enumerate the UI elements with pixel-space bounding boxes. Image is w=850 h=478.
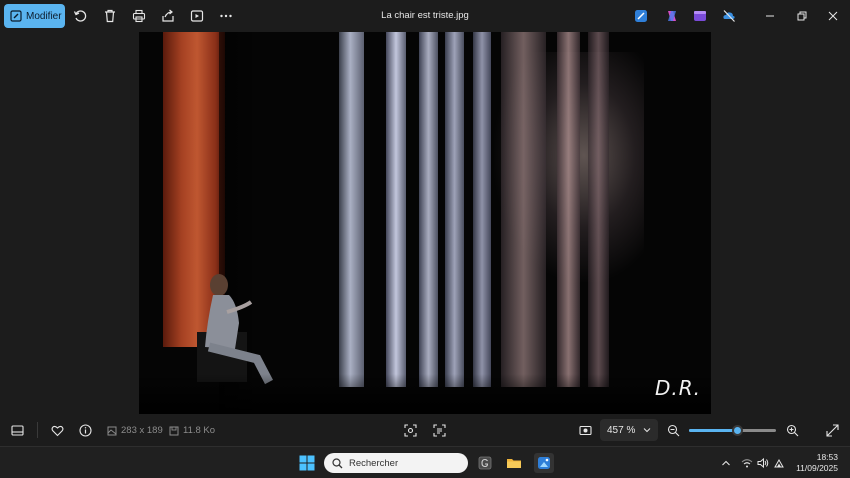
- delete-icon[interactable]: [102, 8, 118, 24]
- info-icon[interactable]: [77, 422, 93, 438]
- save-disk-icon: [169, 426, 179, 435]
- seated-woman: [197, 274, 273, 385]
- taskbar-search[interactable]: Rechercher: [324, 453, 468, 473]
- restore-icon[interactable]: [794, 8, 810, 24]
- onedrive-off-icon[interactable]: [721, 8, 737, 24]
- divider: [37, 422, 38, 438]
- favorite-icon[interactable]: [49, 422, 65, 438]
- fullscreen-icon[interactable]: [824, 422, 840, 438]
- light-bar: [419, 32, 438, 387]
- photos-app-icon[interactable]: [534, 453, 554, 473]
- clock-time: 18:53: [816, 452, 838, 462]
- photo-viewer-image[interactable]: D.R.: [139, 32, 711, 414]
- chevron-down-icon: [643, 428, 651, 433]
- battery-icon[interactable]: [769, 453, 789, 473]
- minimize-icon[interactable]: [762, 8, 778, 24]
- slideshow-icon[interactable]: [189, 8, 205, 24]
- zoom-in-icon[interactable]: [784, 422, 800, 438]
- actual-size-icon[interactable]: [577, 422, 593, 438]
- system-clock[interactable]: 18:53 11/09/2025: [796, 452, 838, 474]
- dimensions-icon: [107, 426, 117, 435]
- windows-start-icon[interactable]: [297, 453, 317, 473]
- modify-label: Modifier: [26, 10, 62, 22]
- photos-edit-icon[interactable]: [633, 8, 649, 24]
- copilot-icon[interactable]: [664, 8, 680, 24]
- dimensions-value: 283 x 189: [121, 425, 163, 436]
- watermark: D.R.: [654, 376, 701, 400]
- close-icon[interactable]: [825, 8, 841, 24]
- clipchamp-icon[interactable]: [692, 8, 708, 24]
- crop-focus-icon[interactable]: [402, 422, 418, 438]
- zoom-level-dropdown[interactable]: 457 %: [600, 419, 658, 441]
- zoom-slider-fill: [689, 429, 738, 432]
- file-size: 11.8 Ko: [169, 425, 215, 436]
- text-scan-icon[interactable]: [431, 422, 447, 438]
- taskbar: Rechercher 18:53 11/09/2025: [0, 446, 850, 478]
- light-bar: [501, 32, 546, 387]
- zoom-slider-thumb[interactable]: [732, 425, 744, 436]
- light-bar: [588, 32, 609, 387]
- light-bar: [339, 32, 364, 387]
- zoom-level-value: 457 %: [607, 424, 636, 436]
- rotate-icon[interactable]: [72, 8, 88, 24]
- light-bar: [473, 32, 491, 387]
- search-icon: [332, 457, 343, 468]
- zoom-slider[interactable]: [689, 425, 776, 436]
- filmstrip-icon[interactable]: [9, 422, 25, 438]
- status-toolbar: 283 x 189 11.8 Ko 457 %: [0, 414, 850, 446]
- search-placeholder: Rechercher: [349, 457, 399, 469]
- stage-floor: [139, 374, 711, 414]
- modify-button[interactable]: Modifier: [4, 4, 65, 28]
- print-icon[interactable]: [131, 8, 147, 24]
- clock-date: 11/09/2025: [796, 463, 838, 473]
- edit-icon: [10, 10, 22, 22]
- title-bar: Modifier La chair est triste.jpg: [0, 0, 850, 32]
- file-size-value: 11.8 Ko: [183, 425, 216, 436]
- image-dimensions: 283 x 189: [107, 425, 163, 436]
- light-bar: [557, 32, 580, 387]
- app-g-icon[interactable]: [475, 453, 495, 473]
- light-bar: [386, 32, 406, 387]
- more-icon[interactable]: [218, 8, 234, 24]
- chevron-up-icon[interactable]: [716, 453, 736, 473]
- light-bar: [445, 32, 464, 387]
- file-explorer-icon[interactable]: [504, 453, 524, 473]
- zoom-out-icon[interactable]: [665, 422, 681, 438]
- share-icon[interactable]: [160, 8, 176, 24]
